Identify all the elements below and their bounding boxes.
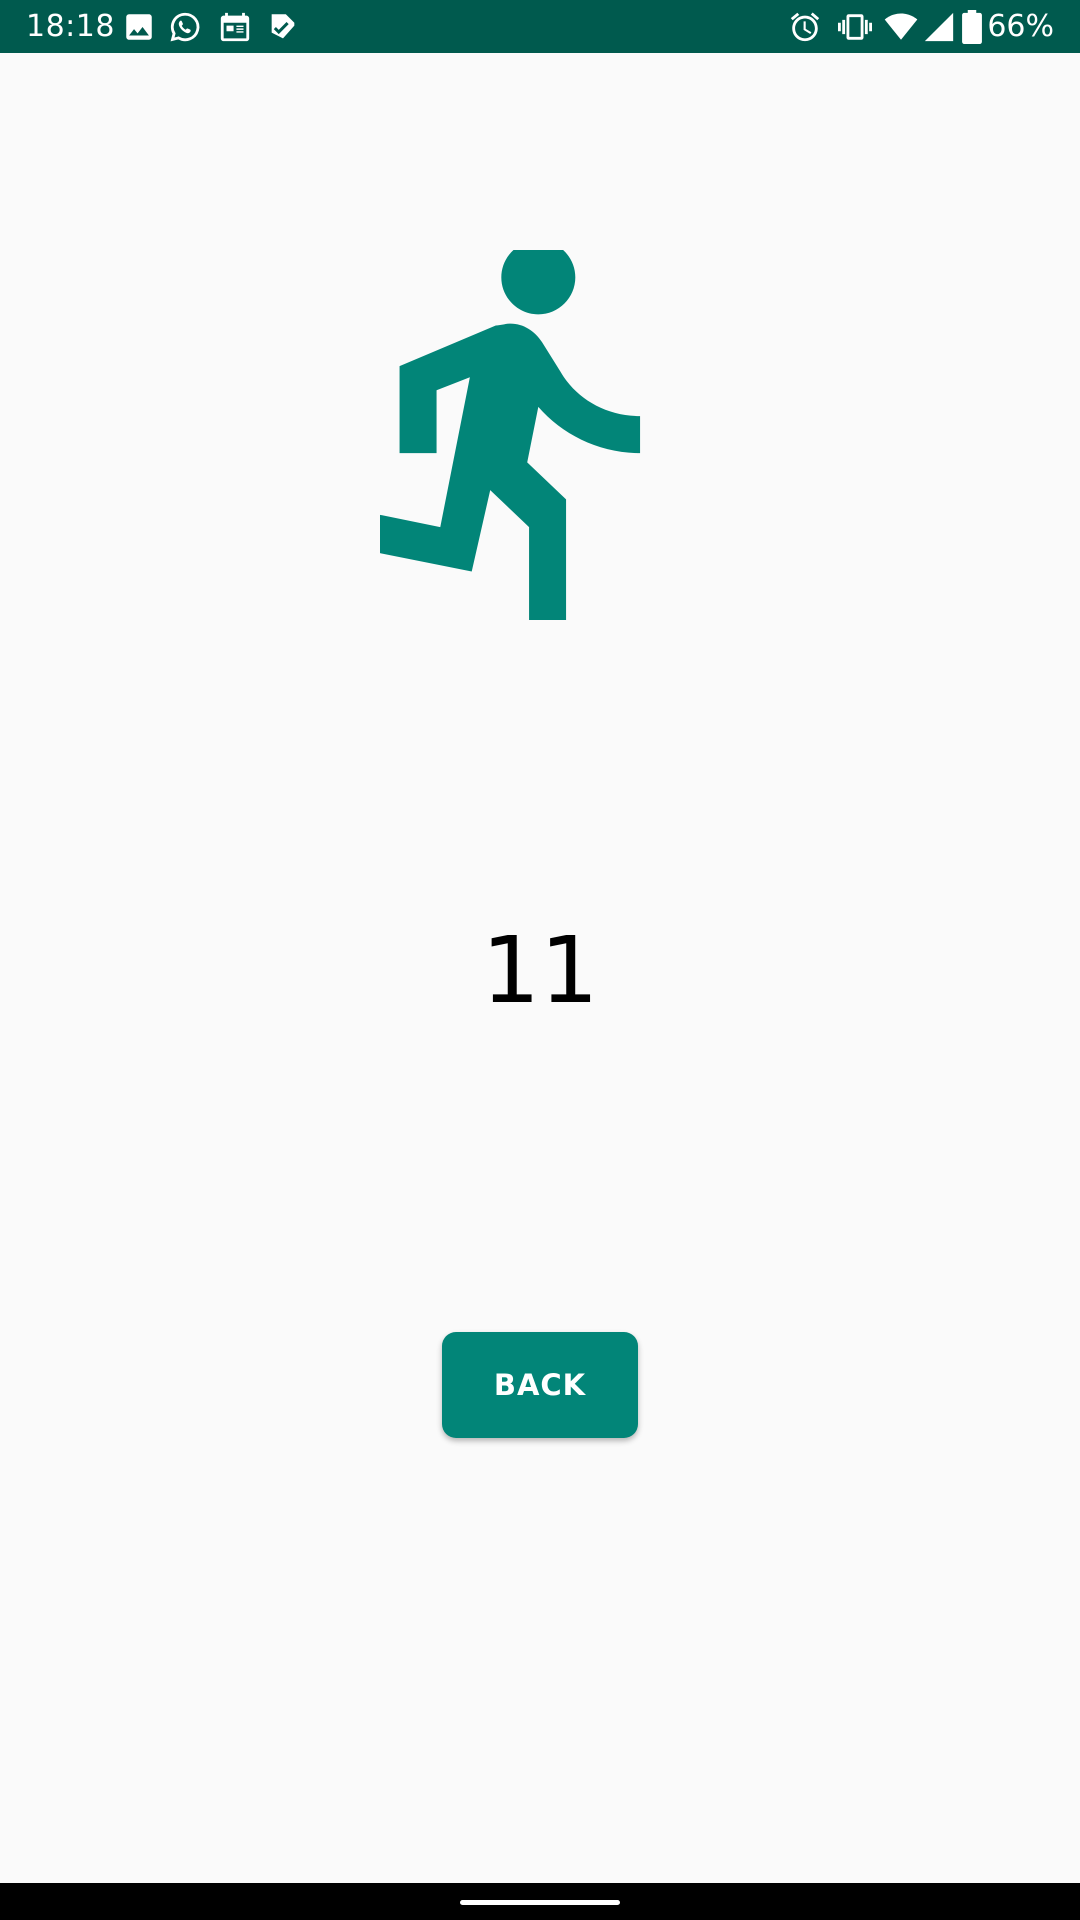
alarm-icon [788,10,822,44]
vibrate-icon [838,10,872,44]
wifi-icon [884,10,918,44]
home-indicator[interactable] [460,1900,620,1905]
status-bar: 18:18 66% [0,0,1080,53]
counter-value: 11 [481,917,599,1024]
whatsapp-icon [168,10,202,44]
status-time: 18:18 [26,9,115,44]
back-button[interactable]: BACK [442,1332,638,1438]
running-person-icon [380,250,660,620]
check-app-icon [266,10,300,44]
signal-icon [922,10,956,44]
battery-icon [960,10,984,44]
calendar-icon [218,10,252,44]
navigation-bar [0,1883,1080,1920]
battery-percent: 66% [987,9,1054,44]
app-screen: 18:18 66% 11 BACK [0,0,1080,1920]
image-icon [122,10,156,44]
